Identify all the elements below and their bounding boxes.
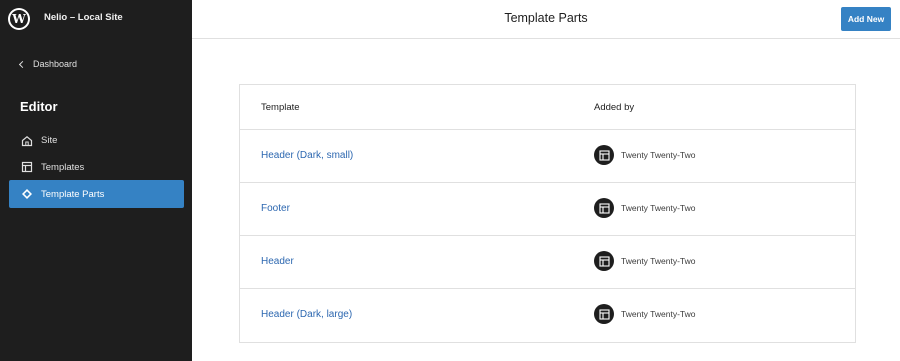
column-header-added-by: Added by bbox=[594, 102, 635, 113]
symbol-icon bbox=[21, 188, 33, 200]
dashboard-back-link[interactable]: Dashboard bbox=[18, 59, 78, 69]
added-by-cell: Twenty Twenty-Two bbox=[594, 145, 695, 165]
sidebar-item-template-parts[interactable]: Template Parts bbox=[9, 180, 184, 208]
site-header: W Nelio – Local Site bbox=[0, 0, 192, 38]
template-part-link[interactable]: Header (Dark, small) bbox=[261, 150, 353, 161]
column-header-template: Template bbox=[261, 102, 300, 113]
dashboard-label: Dashboard bbox=[33, 59, 78, 69]
add-new-button[interactable]: Add New bbox=[841, 7, 891, 31]
template-parts-table: Template Added by Header (Dark, small) T… bbox=[239, 84, 856, 343]
theme-name: Twenty Twenty-Two bbox=[621, 309, 696, 319]
table-row: Header (Dark, small) Twenty Twenty-Two bbox=[240, 130, 855, 183]
sidebar-item-site[interactable]: Site bbox=[9, 127, 184, 154]
chevron-left-icon bbox=[18, 60, 27, 68]
wordpress-logo-icon[interactable]: W bbox=[8, 8, 30, 30]
template-part-link[interactable]: Header (Dark, large) bbox=[261, 309, 352, 320]
added-by-cell: Twenty Twenty-Two bbox=[594, 198, 695, 218]
site-title[interactable]: Nelio – Local Site bbox=[44, 12, 123, 23]
page-title: Template Parts bbox=[504, 11, 588, 25]
editor-heading: Editor bbox=[20, 99, 58, 114]
added-by-cell: Twenty Twenty-Two bbox=[594, 251, 695, 271]
table-row: Header (Dark, large) Twenty Twenty-Two bbox=[240, 289, 855, 342]
template-part-link[interactable]: Footer bbox=[261, 203, 290, 214]
sidebar-item-templates[interactable]: Templates bbox=[9, 154, 184, 181]
sidebar-nav: Site Templates Template Parts bbox=[9, 127, 184, 208]
theme-layout-icon bbox=[594, 198, 614, 218]
table-row: Header Twenty Twenty-Two bbox=[240, 236, 855, 289]
sidebar: W Nelio – Local Site Dashboard Editor Si… bbox=[0, 0, 192, 361]
template-part-link[interactable]: Header bbox=[261, 256, 294, 267]
table-row: Footer Twenty Twenty-Two bbox=[240, 183, 855, 236]
home-icon bbox=[21, 135, 33, 147]
sidebar-item-label: Site bbox=[41, 135, 58, 146]
added-by-cell: Twenty Twenty-Two bbox=[594, 304, 695, 324]
theme-layout-icon bbox=[594, 145, 614, 165]
sidebar-item-label: Templates bbox=[41, 161, 85, 173]
sidebar-item-label: Template Parts bbox=[41, 188, 105, 200]
theme-name: Twenty Twenty-Two bbox=[621, 203, 696, 213]
theme-layout-icon bbox=[594, 251, 614, 271]
table-header: Template Added by bbox=[240, 85, 855, 130]
theme-name: Twenty Twenty-Two bbox=[621, 150, 696, 160]
theme-name: Twenty Twenty-Two bbox=[621, 256, 696, 266]
layout-icon bbox=[21, 161, 33, 173]
top-bar: Template Parts Add New bbox=[192, 0, 900, 39]
theme-layout-icon bbox=[594, 304, 614, 324]
